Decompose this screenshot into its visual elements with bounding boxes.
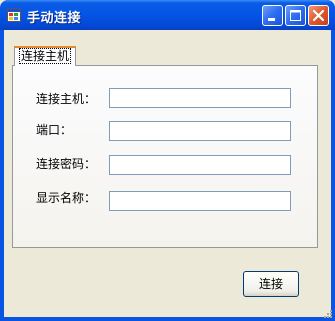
connect-button[interactable]: 连接: [243, 271, 299, 297]
tab-connect-host[interactable]: 连接主机: [14, 46, 76, 66]
password-input[interactable]: [109, 155, 291, 175]
display-name-label: 显示名称：: [36, 191, 97, 205]
maximize-icon: [290, 10, 301, 21]
window-title: 手动连接: [27, 11, 82, 26]
port-input[interactable]: [109, 121, 291, 141]
close-icon: [312, 9, 325, 22]
title-bar[interactable]: 手动连接: [0, 0, 335, 30]
host-input[interactable]: [109, 88, 291, 108]
tab-label: 连接主机: [18, 48, 72, 64]
minimize-button[interactable]: [262, 5, 283, 26]
resize-grip-icon[interactable]: [322, 308, 332, 318]
dialog-window: 手动连接 连接主机 连接主机： 端口： 连接密码： 显示名称： 连接: [0, 0, 335, 321]
port-label: 端口：: [36, 123, 73, 137]
host-label: 连接主机：: [36, 92, 97, 106]
password-label: 连接密码：: [36, 157, 97, 171]
display-name-input[interactable]: [109, 191, 291, 211]
close-button[interactable]: [308, 5, 329, 26]
app-window-icon: [7, 8, 21, 22]
minimize-icon: [268, 18, 275, 21]
maximize-button[interactable]: [285, 5, 306, 26]
